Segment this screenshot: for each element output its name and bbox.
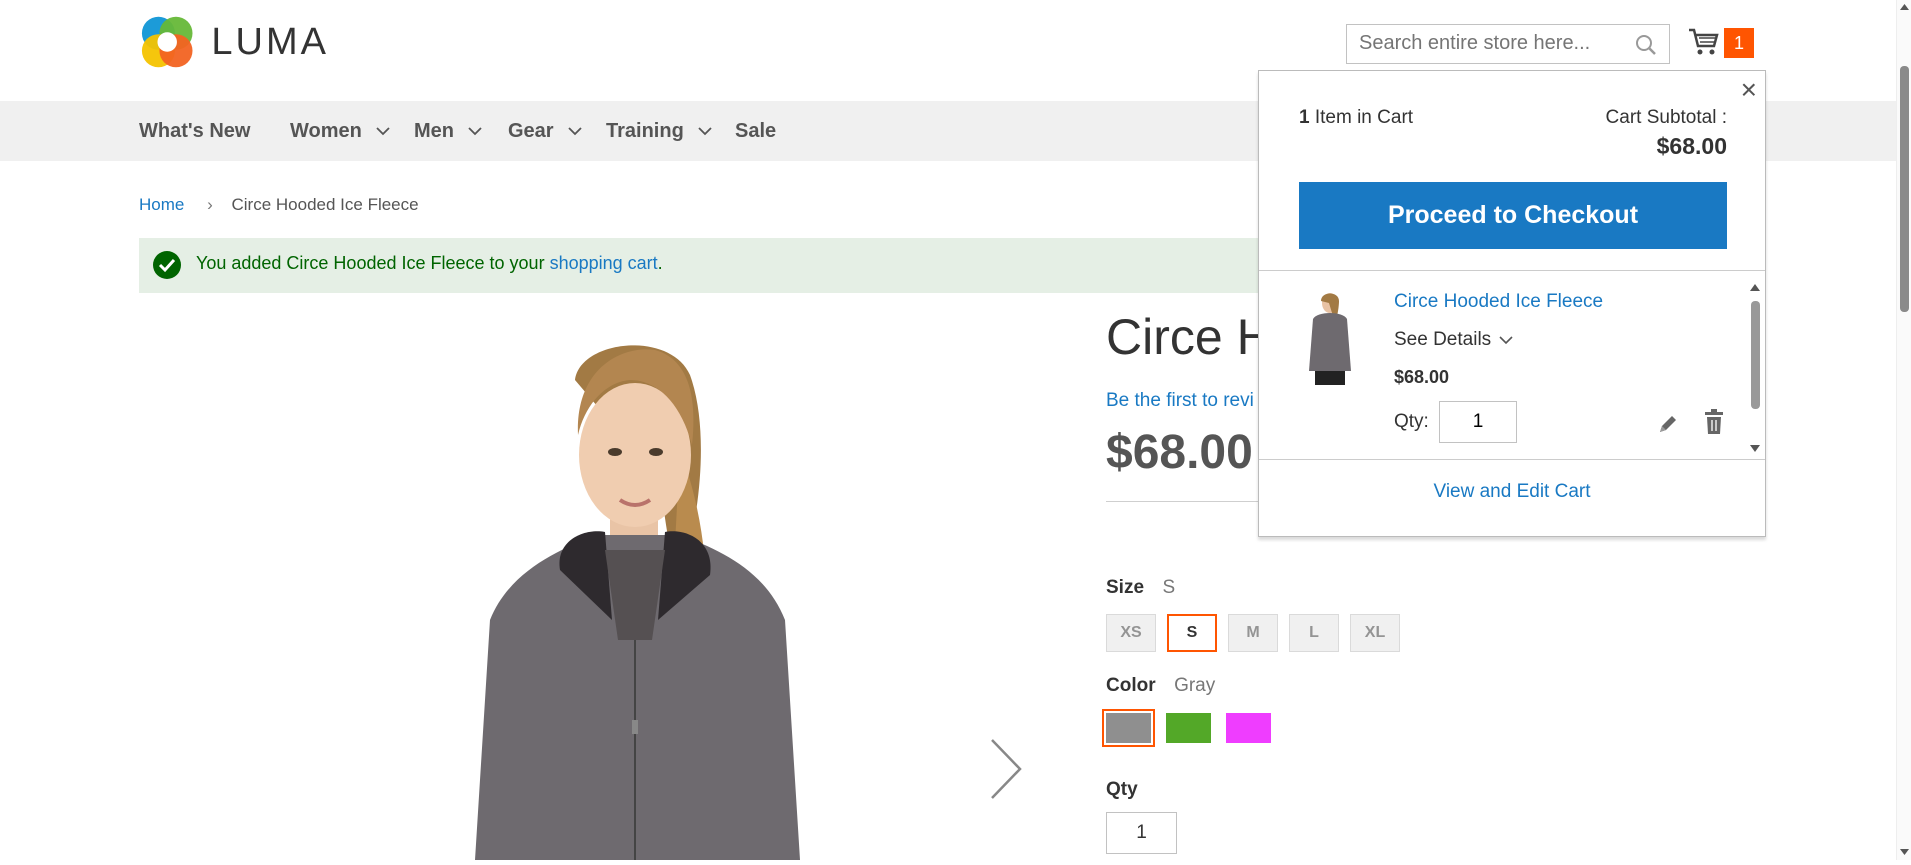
- chevron-down-icon: [1499, 336, 1513, 345]
- cart-item-qty-input[interactable]: [1439, 401, 1517, 443]
- nav-men[interactable]: Men: [414, 101, 482, 161]
- cart-item-name-link[interactable]: Circe Hooded Ice Fleece: [1394, 291, 1603, 313]
- product-image: [380, 320, 880, 860]
- nav-training[interactable]: Training: [606, 101, 712, 161]
- checkmark-icon: [153, 251, 181, 279]
- minicart-item-count: 1 Item in Cart: [1299, 107, 1413, 129]
- breadcrumb-separator: ›: [207, 195, 213, 214]
- see-details-toggle[interactable]: See Details: [1394, 329, 1513, 351]
- minicart-dropdown: × 1 Item in Cart Cart Subtotal : $68.00 …: [1258, 70, 1766, 537]
- nav-gear[interactable]: Gear: [508, 101, 582, 161]
- qty-input[interactable]: [1106, 812, 1177, 854]
- breadcrumb-current: Circe Hooded Ice Fleece: [231, 195, 419, 214]
- proceed-to-checkout-button[interactable]: Proceed to Checkout: [1299, 182, 1727, 249]
- size-option-l[interactable]: L: [1289, 614, 1339, 652]
- item-count-label: Item in Cart: [1309, 107, 1414, 128]
- size-option-m[interactable]: M: [1228, 614, 1278, 652]
- divider: [1259, 270, 1765, 271]
- color-swatch-green[interactable]: [1166, 713, 1211, 743]
- chevron-down-icon: [376, 127, 390, 136]
- minicart-scrollbar[interactable]: [1748, 281, 1762, 455]
- success-message: You added Circe Hooded Ice Fleece to you…: [139, 238, 1263, 293]
- size-label: Size: [1106, 577, 1145, 598]
- cart-icon: [1689, 28, 1719, 55]
- logo-text: LUMA: [211, 20, 329, 63]
- cart-item-price: $68.00: [1394, 367, 1450, 387]
- breadcrumb: Home › Circe Hooded Ice Fleece: [139, 195, 419, 215]
- close-icon[interactable]: ×: [1741, 76, 1757, 104]
- color-attribute: Color Gray: [1106, 675, 1215, 697]
- edit-pencil-icon[interactable]: [1657, 413, 1679, 435]
- breadcrumb-home[interactable]: Home: [139, 195, 184, 214]
- nav-sale[interactable]: Sale: [735, 101, 776, 161]
- subtotal-value: $68.00: [1656, 133, 1727, 159]
- nav-label: Training: [606, 120, 684, 142]
- subtotal-label: Cart Subtotal :: [1605, 107, 1727, 128]
- size-attribute: Size S: [1106, 577, 1175, 599]
- shopping-cart-link[interactable]: shopping cart: [550, 253, 658, 273]
- nav-label: Gear: [508, 120, 554, 142]
- luma-logo-icon: [141, 16, 193, 68]
- color-label: Color: [1106, 675, 1156, 696]
- nav-label: What's New: [139, 120, 251, 142]
- nav-label: Men: [414, 120, 454, 142]
- color-swatch-purple[interactable]: [1226, 713, 1271, 743]
- nav-women[interactable]: Women: [290, 101, 390, 161]
- review-link[interactable]: Be the first to revi: [1106, 390, 1254, 412]
- next-image-arrow-icon[interactable]: [988, 738, 1024, 800]
- search-input[interactable]: [1347, 25, 1629, 61]
- cart-item-qty-label: Qty:: [1394, 411, 1429, 432]
- product-price: $68.00: [1106, 426, 1253, 479]
- nav-label: Women: [290, 120, 362, 142]
- message-suffix: .: [657, 253, 663, 273]
- size-selected-value: S: [1162, 577, 1176, 598]
- message-prefix: You added Circe Hooded Ice Fleece to you…: [196, 253, 550, 273]
- cart-count-badge: 1: [1724, 28, 1754, 58]
- luma-logo[interactable]: LUMA: [139, 12, 329, 72]
- divider: [1106, 501, 1262, 502]
- see-details-label: See Details: [1394, 329, 1492, 350]
- product-title: Circe H: [1106, 309, 1273, 365]
- success-message-text: You added Circe Hooded Ice Fleece to you…: [196, 253, 663, 274]
- size-option-xl[interactable]: XL: [1350, 614, 1400, 652]
- search-icon[interactable]: [1635, 34, 1657, 56]
- nav-label: Sale: [735, 120, 777, 142]
- size-option-xs[interactable]: XS: [1106, 614, 1156, 652]
- cart-item-thumbnail[interactable]: [1299, 289, 1361, 389]
- trash-icon[interactable]: [1703, 409, 1725, 435]
- color-selected-value: Gray: [1174, 675, 1216, 696]
- nav-whats-new[interactable]: What's New: [139, 101, 250, 161]
- color-swatch-gray[interactable]: [1102, 709, 1155, 747]
- divider: [1259, 459, 1765, 460]
- view-and-edit-cart-link[interactable]: View and Edit Cart: [1259, 481, 1765, 503]
- cart-button[interactable]: 1: [1688, 24, 1754, 60]
- qty-label: Qty: [1106, 779, 1138, 800]
- chevron-down-icon: [567, 127, 582, 136]
- chevron-down-icon: [468, 127, 482, 136]
- search-box: [1346, 24, 1670, 64]
- chevron-down-icon: [698, 127, 712, 136]
- page-scrollbar[interactable]: [1896, 0, 1911, 860]
- item-count-number: 1: [1299, 107, 1310, 128]
- size-option-s[interactable]: S: [1167, 614, 1217, 652]
